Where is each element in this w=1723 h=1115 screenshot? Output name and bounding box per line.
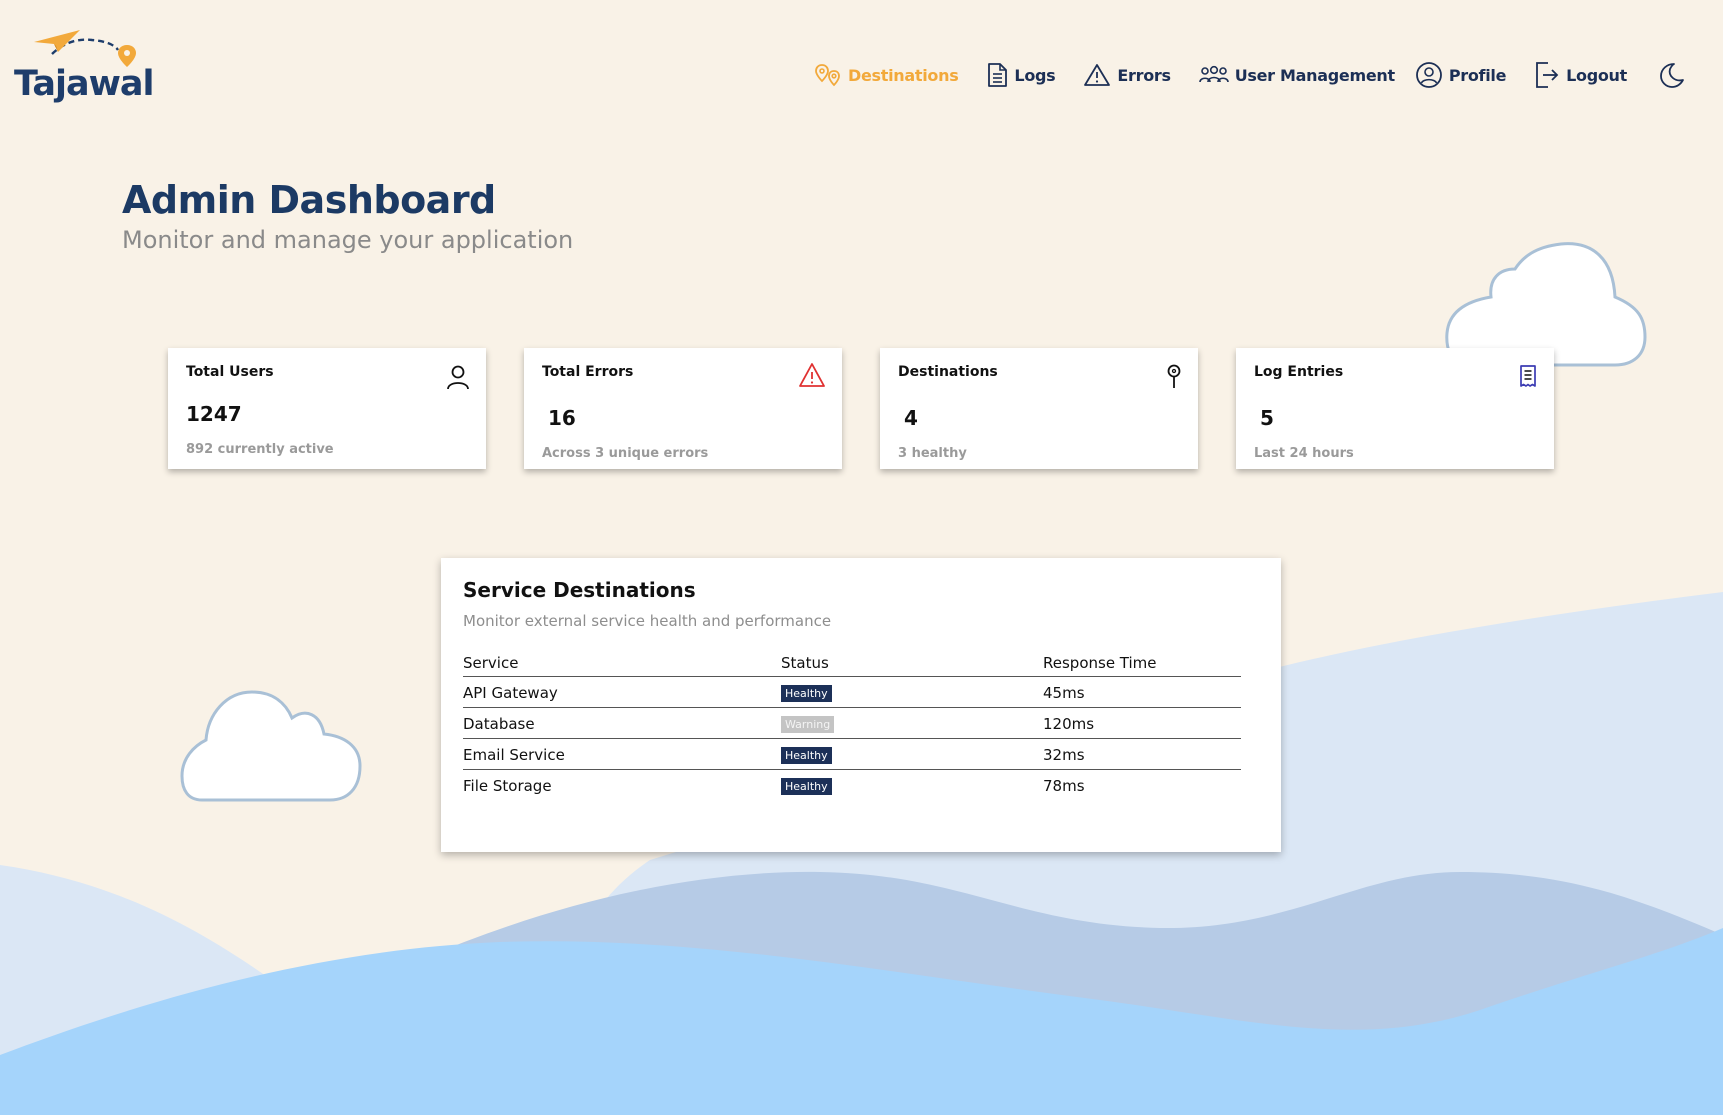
stat-title: Total Users bbox=[186, 364, 274, 380]
stat-note: 892 currently active bbox=[186, 442, 334, 457]
page-title: Admin Dashboard bbox=[122, 178, 496, 222]
page-header: Admin Dashboard Monitor and manage your … bbox=[122, 178, 573, 254]
stat-value: 4 bbox=[904, 406, 918, 430]
status-badge: Healthy bbox=[781, 685, 832, 702]
panel-title: Service Destinations bbox=[463, 578, 696, 602]
logo-wordmark: Tajawal bbox=[14, 64, 155, 104]
status-badge: Healthy bbox=[781, 778, 832, 795]
nav-item-logout[interactable]: Logout bbox=[1534, 61, 1627, 89]
status-cell: Warning bbox=[781, 707, 1043, 739]
theme-toggle-button[interactable] bbox=[1657, 61, 1685, 89]
nav-item-label: Errors bbox=[1117, 65, 1171, 85]
map-pin-icon bbox=[1167, 364, 1181, 388]
table-row: Database Warning 120ms bbox=[463, 707, 1241, 739]
stat-note: 3 healthy bbox=[898, 446, 967, 461]
column-header-response-time: Response Time bbox=[1043, 650, 1241, 677]
nav-item-label: Destinations bbox=[848, 65, 959, 85]
stats-row: Total Users 1247 892 currently active To… bbox=[168, 348, 1554, 469]
destinations-table: Service Status Response Time API Gateway… bbox=[463, 650, 1241, 800]
map-pins-icon bbox=[815, 64, 840, 87]
top-navigation: Destinations Logs Errors User Management bbox=[790, 60, 1685, 90]
cloud-decoration bbox=[180, 690, 362, 802]
nav-item-destinations[interactable]: Destinations bbox=[814, 63, 959, 87]
column-header-service: Service bbox=[463, 650, 781, 677]
nav-item-user-management[interactable]: User Management bbox=[1198, 65, 1395, 85]
stat-value: 1247 bbox=[186, 402, 242, 426]
nav-item-label: User Management bbox=[1234, 65, 1395, 85]
nav-item-label: Logout bbox=[1566, 65, 1627, 85]
stat-title: Log Entries bbox=[1254, 364, 1344, 380]
stat-note: Across 3 unique errors bbox=[542, 446, 709, 461]
response-time: 120ms bbox=[1043, 707, 1241, 739]
table-header-row: Service Status Response Time bbox=[463, 650, 1241, 677]
warning-triangle-icon bbox=[1084, 64, 1111, 86]
moon-icon bbox=[1660, 63, 1684, 88]
user-icon bbox=[447, 365, 469, 390]
receipt-icon bbox=[1520, 365, 1536, 387]
stat-card-total-users: Total Users 1247 892 currently active bbox=[168, 348, 486, 469]
response-time: 32ms bbox=[1043, 738, 1241, 770]
nav-item-label: Logs bbox=[1014, 65, 1056, 85]
status-badge: Healthy bbox=[781, 747, 832, 764]
service-name: Database bbox=[463, 707, 781, 739]
document-icon bbox=[988, 63, 1008, 87]
stat-title: Total Errors bbox=[542, 364, 634, 380]
stat-value: 5 bbox=[1260, 406, 1274, 430]
response-time: 45ms bbox=[1043, 676, 1241, 708]
status-cell: Healthy bbox=[781, 738, 1043, 770]
nav-item-label: Profile bbox=[1448, 65, 1507, 85]
column-header-status: Status bbox=[781, 650, 1043, 677]
stat-value: 16 bbox=[548, 406, 576, 430]
nav-item-profile[interactable]: Profile bbox=[1415, 61, 1506, 89]
nav-item-errors[interactable]: Errors bbox=[1083, 63, 1171, 87]
users-icon bbox=[1198, 65, 1229, 83]
service-name: API Gateway bbox=[463, 676, 781, 708]
table-row: File Storage Healthy 78ms bbox=[463, 770, 1241, 801]
alert-triangle-icon bbox=[799, 363, 825, 387]
status-cell: Healthy bbox=[781, 770, 1043, 801]
stat-card-total-errors: Total Errors 16 Across 3 unique errors bbox=[524, 348, 842, 469]
stat-title: Destinations bbox=[898, 364, 998, 380]
service-name: File Storage bbox=[463, 776, 552, 795]
logout-icon bbox=[1536, 62, 1559, 88]
service-destinations-panel: Service Destinations Monitor external se… bbox=[441, 558, 1281, 852]
stat-card-destinations: Destinations 4 3 healthy bbox=[880, 348, 1198, 469]
stat-card-log-entries: Log Entries 5 Last 24 hours bbox=[1236, 348, 1554, 469]
service-name: Email Service bbox=[463, 738, 781, 770]
nav-item-logs[interactable]: Logs bbox=[986, 62, 1056, 88]
stat-note: Last 24 hours bbox=[1254, 446, 1354, 461]
paper-plane-logo-icon bbox=[34, 30, 136, 67]
table-row: Email Service Healthy 32ms bbox=[463, 738, 1241, 770]
table-row: API Gateway Healthy 45ms bbox=[463, 676, 1241, 708]
panel-subtitle: Monitor external service health and perf… bbox=[463, 612, 832, 630]
tajawal-logo[interactable]: Tajawal bbox=[12, 28, 155, 108]
page-subtitle: Monitor and manage your application bbox=[122, 226, 574, 254]
status-cell: Healthy bbox=[781, 676, 1043, 708]
status-badge: Warning bbox=[781, 716, 835, 733]
user-circle-icon bbox=[1415, 62, 1442, 88]
response-time: 78ms bbox=[1043, 776, 1085, 795]
